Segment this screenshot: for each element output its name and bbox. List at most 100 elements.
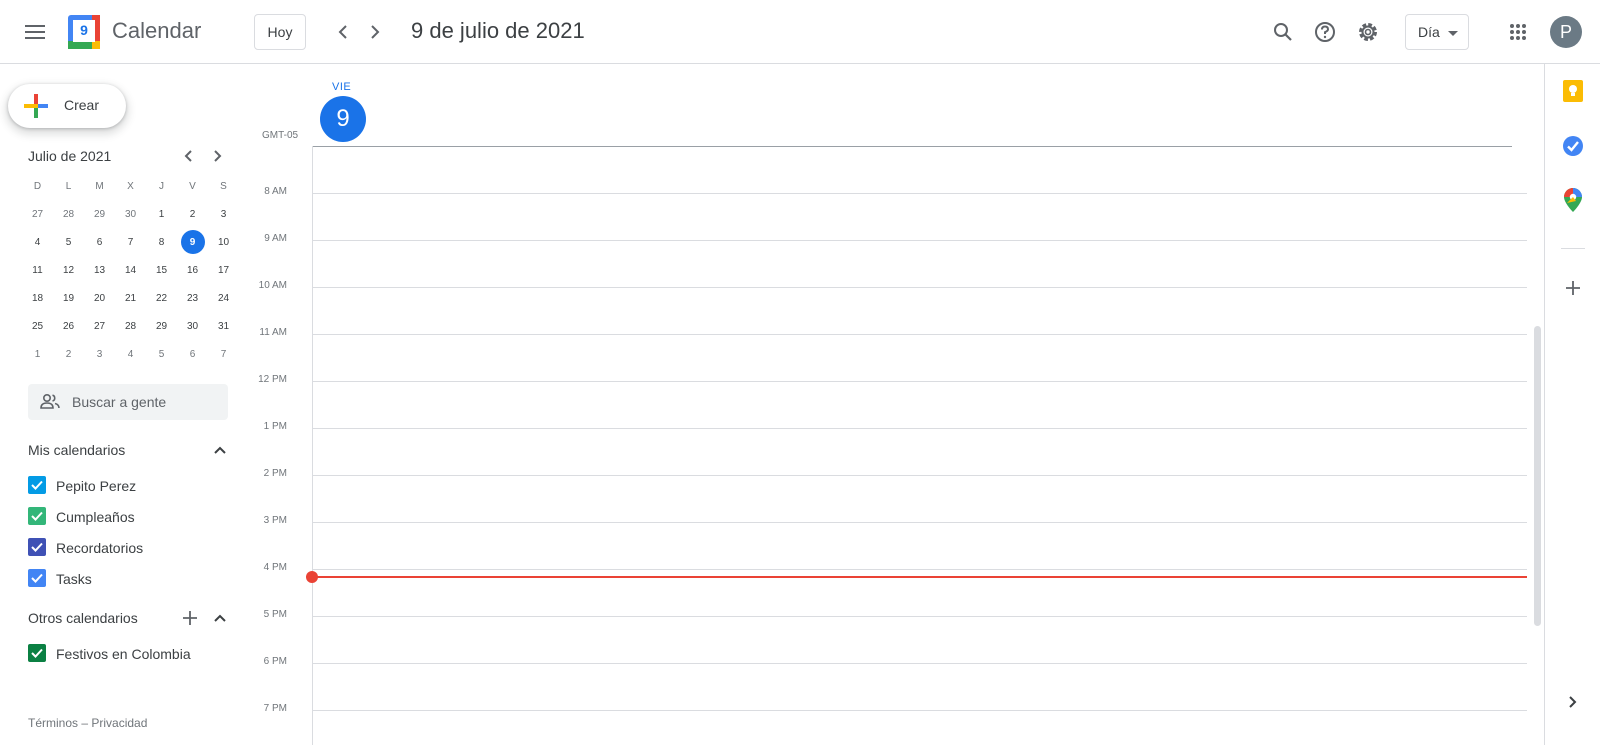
mini-calendar-day[interactable]: 4 xyxy=(22,228,53,256)
collapse-my-calendars-button[interactable] xyxy=(208,438,232,462)
mini-calendar-day[interactable]: 11 xyxy=(22,256,53,284)
hour-row[interactable]: 11 AM xyxy=(250,327,1530,338)
mini-calendar-day[interactable]: 19 xyxy=(53,284,84,312)
day-number[interactable]: 9 xyxy=(320,96,366,142)
add-other-calendar-button[interactable] xyxy=(178,606,202,630)
footer-links[interactable]: Términos – Privacidad xyxy=(28,716,147,730)
mini-calendar-day[interactable]: 16 xyxy=(177,256,208,284)
calendar-checkbox[interactable] xyxy=(28,538,46,556)
hour-row[interactable]: 8 AM xyxy=(250,186,1530,197)
mini-calendar-day[interactable]: 6 xyxy=(84,228,115,256)
mini-calendar-day[interactable]: 23 xyxy=(177,284,208,312)
calendar-list-item[interactable]: Festivos en Colombia xyxy=(28,641,228,665)
hour-gridline xyxy=(312,287,1527,288)
mini-calendar-day-label: 2 xyxy=(65,348,72,360)
calendar-list-item[interactable]: Pepito Perez xyxy=(28,473,228,497)
create-button[interactable]: Crear xyxy=(8,84,126,128)
mini-calendar-day[interactable]: 3 xyxy=(84,340,115,368)
mini-calendar-day[interactable]: 10 xyxy=(208,228,239,256)
mini-calendar-next-button[interactable] xyxy=(206,144,230,168)
my-calendars-header[interactable]: Mis calendarios xyxy=(28,438,232,462)
calendar-checkbox[interactable] xyxy=(28,644,46,662)
mini-calendar-day[interactable]: 30 xyxy=(115,200,146,228)
next-period-button[interactable] xyxy=(355,12,395,52)
maps-icon[interactable] xyxy=(1559,186,1587,214)
hamburger-icon xyxy=(25,25,45,39)
expand-side-panel-button[interactable] xyxy=(1559,688,1587,716)
view-selector-label: Día xyxy=(1418,24,1440,40)
mini-calendar-day[interactable]: 29 xyxy=(84,200,115,228)
google-apps-button[interactable] xyxy=(1498,12,1538,52)
mini-calendar-day[interactable]: 2 xyxy=(53,340,84,368)
mini-calendar-day[interactable]: 27 xyxy=(84,312,115,340)
view-selector[interactable]: Día xyxy=(1405,14,1469,50)
mini-calendar-day-label: 14 xyxy=(124,264,137,276)
mini-calendar-prev-button[interactable] xyxy=(176,144,200,168)
mini-calendar-day[interactable]: 2 xyxy=(177,200,208,228)
mini-calendar-day[interactable]: 12 xyxy=(53,256,84,284)
mini-calendar-day[interactable]: 3 xyxy=(208,200,239,228)
other-calendars-header[interactable]: Otros calendarios xyxy=(28,606,232,630)
mini-calendar-day[interactable]: 22 xyxy=(146,284,177,312)
mini-calendar-day[interactable]: 9 xyxy=(177,228,208,256)
help-button[interactable] xyxy=(1305,12,1345,52)
tasks-icon[interactable] xyxy=(1559,132,1587,160)
mini-calendar-day[interactable]: 1 xyxy=(146,200,177,228)
hour-row[interactable]: 12 PM xyxy=(250,374,1530,385)
hour-row[interactable]: 5 PM xyxy=(250,609,1530,620)
mini-calendar-day[interactable]: 17 xyxy=(208,256,239,284)
mini-calendar-day[interactable]: 31 xyxy=(208,312,239,340)
calendar-logo[interactable]: 9 xyxy=(68,15,100,49)
calendar-checkbox[interactable] xyxy=(28,476,46,494)
calendar-list-item[interactable]: Recordatorios xyxy=(28,535,228,559)
people-search-input[interactable]: Buscar a gente xyxy=(28,384,228,420)
keep-icon[interactable] xyxy=(1559,77,1587,105)
search-button[interactable] xyxy=(1263,12,1303,52)
mini-calendar-day[interactable]: 5 xyxy=(53,228,84,256)
mini-calendar-day[interactable]: 18 xyxy=(22,284,53,312)
mini-calendar-day[interactable]: 7 xyxy=(208,340,239,368)
hour-row[interactable]: 3 PM xyxy=(250,515,1530,526)
mini-calendar-day[interactable]: 4 xyxy=(115,340,146,368)
settings-button[interactable] xyxy=(1348,12,1388,52)
collapse-other-calendars-button[interactable] xyxy=(208,606,232,630)
hour-row[interactable]: 9 AM xyxy=(250,233,1530,244)
calendar-list-item[interactable]: Cumpleaños xyxy=(28,504,228,528)
mini-calendar-day[interactable]: 21 xyxy=(115,284,146,312)
today-button[interactable]: Hoy xyxy=(254,14,306,50)
mini-calendar-day-label: 5 xyxy=(65,236,72,248)
main-menu-button[interactable] xyxy=(15,12,55,52)
calendar-list-item[interactable]: Tasks xyxy=(28,566,228,590)
mini-calendar-day[interactable]: 13 xyxy=(84,256,115,284)
scrollbar-thumb[interactable] xyxy=(1534,326,1541,626)
mini-calendar-day-label: 25 xyxy=(31,320,44,332)
mini-calendar-day[interactable]: 28 xyxy=(115,312,146,340)
account-avatar[interactable]: P xyxy=(1550,16,1582,48)
mini-calendar-day-label: 7 xyxy=(220,348,227,360)
mini-calendar-day[interactable]: 20 xyxy=(84,284,115,312)
calendar-checkbox[interactable] xyxy=(28,569,46,587)
mini-calendar-day[interactable]: 1 xyxy=(22,340,53,368)
mini-calendar-day[interactable]: 7 xyxy=(115,228,146,256)
mini-calendar-day[interactable]: 27 xyxy=(22,200,53,228)
mini-calendar-day[interactable]: 24 xyxy=(208,284,239,312)
hour-row[interactable]: 2 PM xyxy=(250,468,1530,479)
hour-row[interactable]: 6 PM xyxy=(250,656,1530,667)
mini-calendar-day[interactable]: 25 xyxy=(22,312,53,340)
mini-calendar-day[interactable]: 14 xyxy=(115,256,146,284)
hour-row[interactable]: 10 AM xyxy=(250,280,1530,291)
hour-row[interactable]: 4 PM xyxy=(250,562,1530,573)
hour-row[interactable]: 7 PM xyxy=(250,703,1530,714)
mini-calendar-day[interactable]: 26 xyxy=(53,312,84,340)
mini-calendar-day[interactable]: 15 xyxy=(146,256,177,284)
mini-calendar-day[interactable]: 28 xyxy=(53,200,84,228)
mini-calendar-day[interactable]: 30 xyxy=(177,312,208,340)
mini-calendar-day[interactable]: 29 xyxy=(146,312,177,340)
hour-row[interactable]: 1 PM xyxy=(250,421,1530,432)
colorful-plus-icon xyxy=(24,94,48,118)
calendar-checkbox[interactable] xyxy=(28,507,46,525)
mini-calendar-day[interactable]: 6 xyxy=(177,340,208,368)
mini-calendar-day[interactable]: 5 xyxy=(146,340,177,368)
add-addon-button[interactable] xyxy=(1559,274,1587,302)
mini-calendar-day[interactable]: 8 xyxy=(146,228,177,256)
